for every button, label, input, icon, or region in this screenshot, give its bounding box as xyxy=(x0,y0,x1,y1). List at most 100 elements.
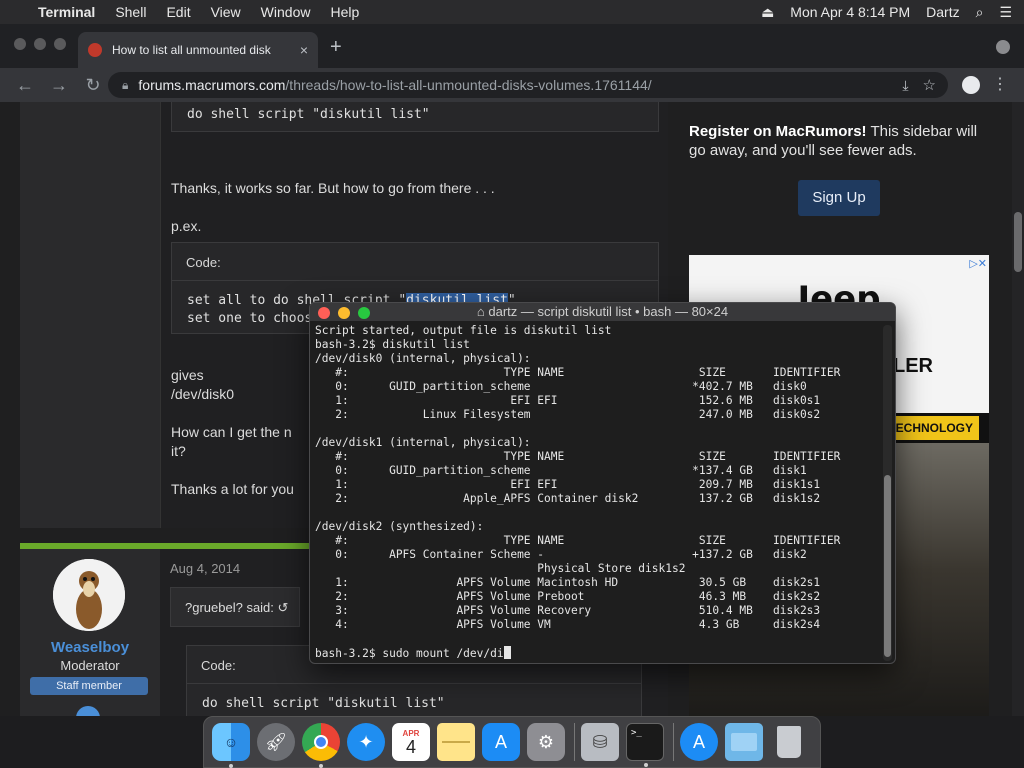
trash-icon[interactable] xyxy=(770,723,808,761)
code-line: set one to choos xyxy=(187,311,313,326)
spotlight-search-icon[interactable]: ⌕ xyxy=(976,4,984,21)
terminal-line: 2: Apple_APFS Container disk2 137.2 GB d… xyxy=(315,492,821,505)
running-indicator xyxy=(319,764,323,768)
quote-header[interactable]: ?gruebel? said: ↺ xyxy=(170,587,300,627)
chrome-menu-icon[interactable]: ⋮ xyxy=(992,74,1008,94)
window-minimize-icon[interactable] xyxy=(34,38,46,50)
window-close-icon[interactable] xyxy=(14,38,26,50)
calendar-day: 4 xyxy=(405,736,416,757)
page-scrollbar[interactable] xyxy=(1012,102,1024,716)
menu-view[interactable]: View xyxy=(211,4,241,20)
sign-up-button[interactable]: Sign Up xyxy=(798,180,880,216)
terminal-line: #: TYPE NAME SIZE IDENTIFIER xyxy=(315,534,841,547)
reload-icon[interactable]: ↻ xyxy=(84,75,102,96)
system-preferences-icon[interactable]: ⚙ xyxy=(527,723,565,761)
menu-help[interactable]: Help xyxy=(330,4,359,20)
app-store-icon[interactable]: A xyxy=(482,723,520,761)
terminal-line: /dev/disk1 (internal, physical): xyxy=(315,436,531,449)
terminal-icon[interactable]: >_ xyxy=(626,723,664,767)
bookmark-star-icon[interactable]: ☆ xyxy=(923,76,936,94)
install-app-icon[interactable]: ⤓ xyxy=(902,77,908,94)
eject-icon[interactable]: ⏏ xyxy=(761,4,774,21)
user-info-panel: Weaselboy Moderator Staff member xyxy=(20,549,160,716)
post-text: /dev/disk0 xyxy=(171,386,235,402)
terminal-line: /dev/disk2 (synthesized): xyxy=(315,520,484,533)
code-line: do shell script "diskutil list" xyxy=(202,696,445,711)
browser-tab-strip: How to list all unmounted disk × + xyxy=(0,24,1024,68)
disk-utility-icon[interactable]: ⛁ xyxy=(581,723,619,761)
code-text: do shell script "diskutil list" xyxy=(187,107,430,122)
notes-icon[interactable] xyxy=(437,723,475,761)
menu-edit[interactable]: Edit xyxy=(166,4,190,20)
running-indicator xyxy=(229,764,233,768)
running-indicator xyxy=(644,763,648,767)
profile-avatar-icon[interactable] xyxy=(962,76,980,94)
post-date[interactable]: Aug 4, 2014 xyxy=(170,559,240,578)
url-path: /threads/how-to-list-all-unmounted-disks… xyxy=(285,77,652,93)
terminal-output[interactable]: Script started, output file is diskutil … xyxy=(315,324,883,663)
browser-tab[interactable]: How to list all unmounted disk × xyxy=(78,32,318,68)
home-folder-icon: ⌂ xyxy=(476,304,489,319)
calendar-icon[interactable]: APR 4 xyxy=(392,723,430,761)
menu-shell[interactable]: Shell xyxy=(115,4,146,20)
terminal-command: bash-3.2$ sudo mount /dev/di xyxy=(315,647,504,660)
code-label: Code: xyxy=(172,243,658,281)
forward-arrow-icon[interactable]: → xyxy=(50,75,68,96)
new-tab-button[interactable]: + xyxy=(330,36,342,59)
launchpad-icon[interactable]: 🚀︎ xyxy=(257,723,295,761)
chrome-icon[interactable] xyxy=(302,723,340,768)
tab-search-icon[interactable] xyxy=(996,40,1010,54)
avatar[interactable] xyxy=(53,559,125,631)
terminal-titlebar[interactable]: ⌂ dartz — script diskutil list • bash — … xyxy=(310,303,895,321)
menubar-user[interactable]: Dartz xyxy=(926,4,959,20)
terminal-scroll-thumb[interactable] xyxy=(884,475,891,657)
register-heading: Register on MacRumors! xyxy=(689,123,867,140)
terminal-line: 1: EFI EFI 209.7 MB disk1s1 xyxy=(315,478,821,491)
terminal-line: 4: APFS Volume VM 4.3 GB disk2s4 xyxy=(315,618,821,631)
post-text: p.ex. xyxy=(171,218,202,234)
menu-window[interactable]: Window xyxy=(261,4,311,20)
user-column xyxy=(20,102,160,528)
lock-icon[interactable]: 🔒︎ xyxy=(122,78,128,93)
terminal-window[interactable]: ⌂ dartz — script diskutil list • bash — … xyxy=(309,302,896,664)
post-text: Thanks, it works so far. But how to go f… xyxy=(171,180,495,196)
terminal-line: 0: GUID_partition_scheme *137.4 GB disk1 xyxy=(315,464,807,477)
terminal-prompt[interactable]: bash-3.2$ sudo mount /dev/di xyxy=(315,646,883,661)
post-text: it? xyxy=(171,443,186,459)
window-zoom-icon[interactable] xyxy=(54,38,66,50)
terminal-close-icon[interactable] xyxy=(318,307,330,319)
terminal-line: 3: APFS Volume Recovery 510.4 MB disk2s3 xyxy=(315,604,821,617)
menu-app-terminal[interactable]: Terminal xyxy=(38,4,95,20)
dock-separator xyxy=(673,723,674,761)
terminal-line: Script started, output file is diskutil … xyxy=(315,324,612,337)
back-arrow-icon[interactable]: ← xyxy=(16,75,34,96)
register-prompt: Register on MacRumors! This sidebar will… xyxy=(689,122,989,160)
folder-icon[interactable] xyxy=(725,723,763,761)
post-text: Thanks a lot for you xyxy=(171,481,294,497)
address-bar[interactable]: 🔒︎ forums.macrumors.com /threads/how-to-… xyxy=(108,72,948,98)
ad-choices-close-icon[interactable]: ▷✕ xyxy=(969,257,987,270)
terminal-zoom-icon[interactable] xyxy=(358,307,370,319)
notification-center-icon[interactable]: ☰ xyxy=(999,4,1012,21)
macrumors-favicon-icon xyxy=(88,43,102,57)
terminal-line: 2: Linux Filesystem 247.0 MB disk0s2 xyxy=(315,408,821,421)
browser-toolbar: ← → ↻ 🔒︎ forums.macrumors.com /threads/h… xyxy=(0,68,1024,102)
tab-close-icon[interactable]: × xyxy=(300,42,308,58)
scrollbar-thumb[interactable] xyxy=(1014,212,1022,272)
terminal-scrollbar[interactable] xyxy=(883,325,892,661)
app-store-downloads-icon[interactable]: A xyxy=(680,723,718,761)
username-link[interactable]: Weaselboy xyxy=(20,639,160,656)
terminal-title: dartz — script diskutil list • bash — 80… xyxy=(488,304,729,319)
terminal-line: 1: EFI EFI 152.6 MB disk0s1 xyxy=(315,394,821,407)
finder-icon[interactable]: ☺ xyxy=(212,723,250,768)
text-cursor xyxy=(503,646,511,659)
terminal-line: 2: APFS Volume Preboot 46.3 MB disk2s2 xyxy=(315,590,821,603)
menu-bar: Terminal Shell Edit View Window Help ⏏ M… xyxy=(0,0,1024,24)
safari-icon[interactable]: ✦ xyxy=(347,723,385,761)
url-host: forums.macrumors.com xyxy=(138,77,286,93)
dock-separator xyxy=(574,723,575,761)
terminal-minimize-icon[interactable] xyxy=(338,307,350,319)
menubar-clock[interactable]: Mon Apr 4 8:14 PM xyxy=(790,4,910,20)
tab-title: How to list all unmounted disk xyxy=(112,43,271,57)
